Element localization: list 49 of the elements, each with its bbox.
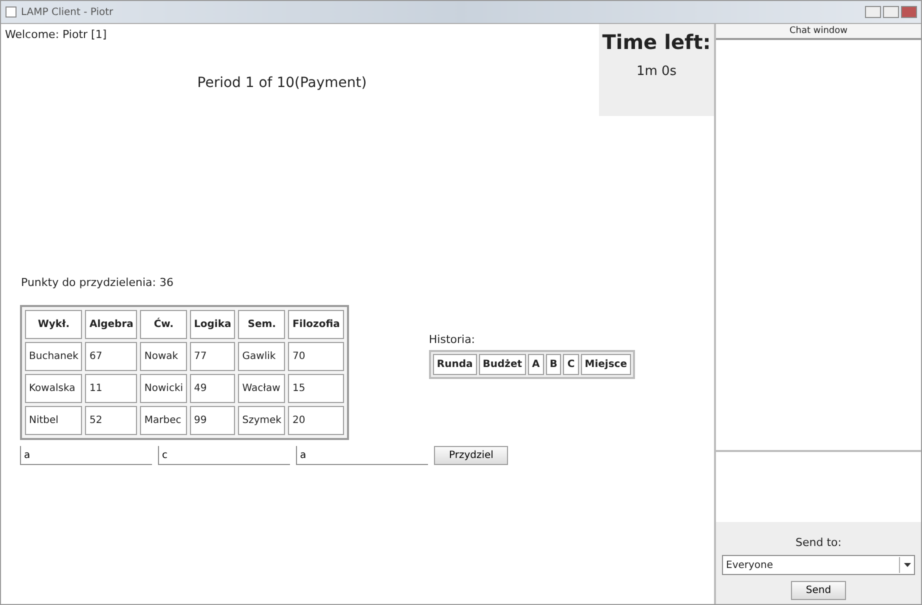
table-cell: 15: [288, 374, 344, 403]
caret-icon: [904, 563, 910, 567]
assign-button[interactable]: Przydziel: [434, 446, 508, 465]
table-cell: Nitbel: [25, 406, 82, 435]
timer-label: Time left:: [602, 30, 711, 54]
table-cell: 52: [85, 406, 138, 435]
column-header: A: [528, 354, 544, 375]
window-icon: [5, 6, 17, 18]
send-to-label: Send to:: [796, 536, 842, 549]
table-cell: Szymek: [238, 406, 286, 435]
history-label: Historia:: [428, 333, 476, 346]
input-field[interactable]: a: [20, 446, 152, 465]
column-header: Runda: [432, 354, 477, 375]
column-header: C: [563, 354, 579, 375]
column-header: Sem.: [238, 310, 286, 339]
column-header: Ćw.: [140, 310, 188, 339]
table-cell: 67: [85, 342, 138, 371]
table-cell: Marbec: [140, 406, 188, 435]
recipient-dropdown[interactable]: Everyone: [722, 555, 915, 575]
table-cell: Wacław: [238, 374, 286, 403]
maximize-button[interactable]: [883, 6, 899, 18]
column-header: Filozofia: [288, 310, 344, 339]
input-field[interactable]: a: [296, 446, 428, 465]
send-button[interactable]: Send: [790, 581, 846, 600]
table-cell: Gawlik: [238, 342, 286, 371]
table-cell: Nowicki: [140, 374, 188, 403]
window-title: LAMP Client - Piotr: [21, 6, 114, 18]
table-cell: Buchanek: [25, 342, 82, 371]
points-text: Punkty do przydzielenia: 36: [21, 276, 174, 289]
column-header: Wykł.: [25, 310, 82, 339]
column-header: Miejsce: [580, 354, 632, 375]
timer-value: 1m 0s: [636, 64, 677, 79]
table-cell: Kowalska: [25, 374, 82, 403]
period-title: Period 1 of 10(Payment): [196, 75, 368, 91]
chat-title: Chat window: [716, 24, 921, 40]
table-cell: 99: [190, 406, 236, 435]
column-header: Budżet: [478, 354, 526, 375]
welcome-text: Welcome: Piotr [1]: [5, 28, 108, 41]
column-header: Logika: [190, 310, 236, 339]
table-cell: 77: [190, 342, 236, 371]
input-field[interactable]: c: [158, 446, 290, 465]
table-cell: 70: [288, 342, 344, 371]
column-header: B: [546, 354, 562, 375]
table-cell: 11: [85, 374, 138, 403]
table-cell: 49: [190, 374, 236, 403]
column-header: Algebra: [85, 310, 138, 339]
minimize-button[interactable]: [865, 6, 881, 18]
table-cell: 20: [288, 406, 344, 435]
table-cell: Nowak: [140, 342, 188, 371]
